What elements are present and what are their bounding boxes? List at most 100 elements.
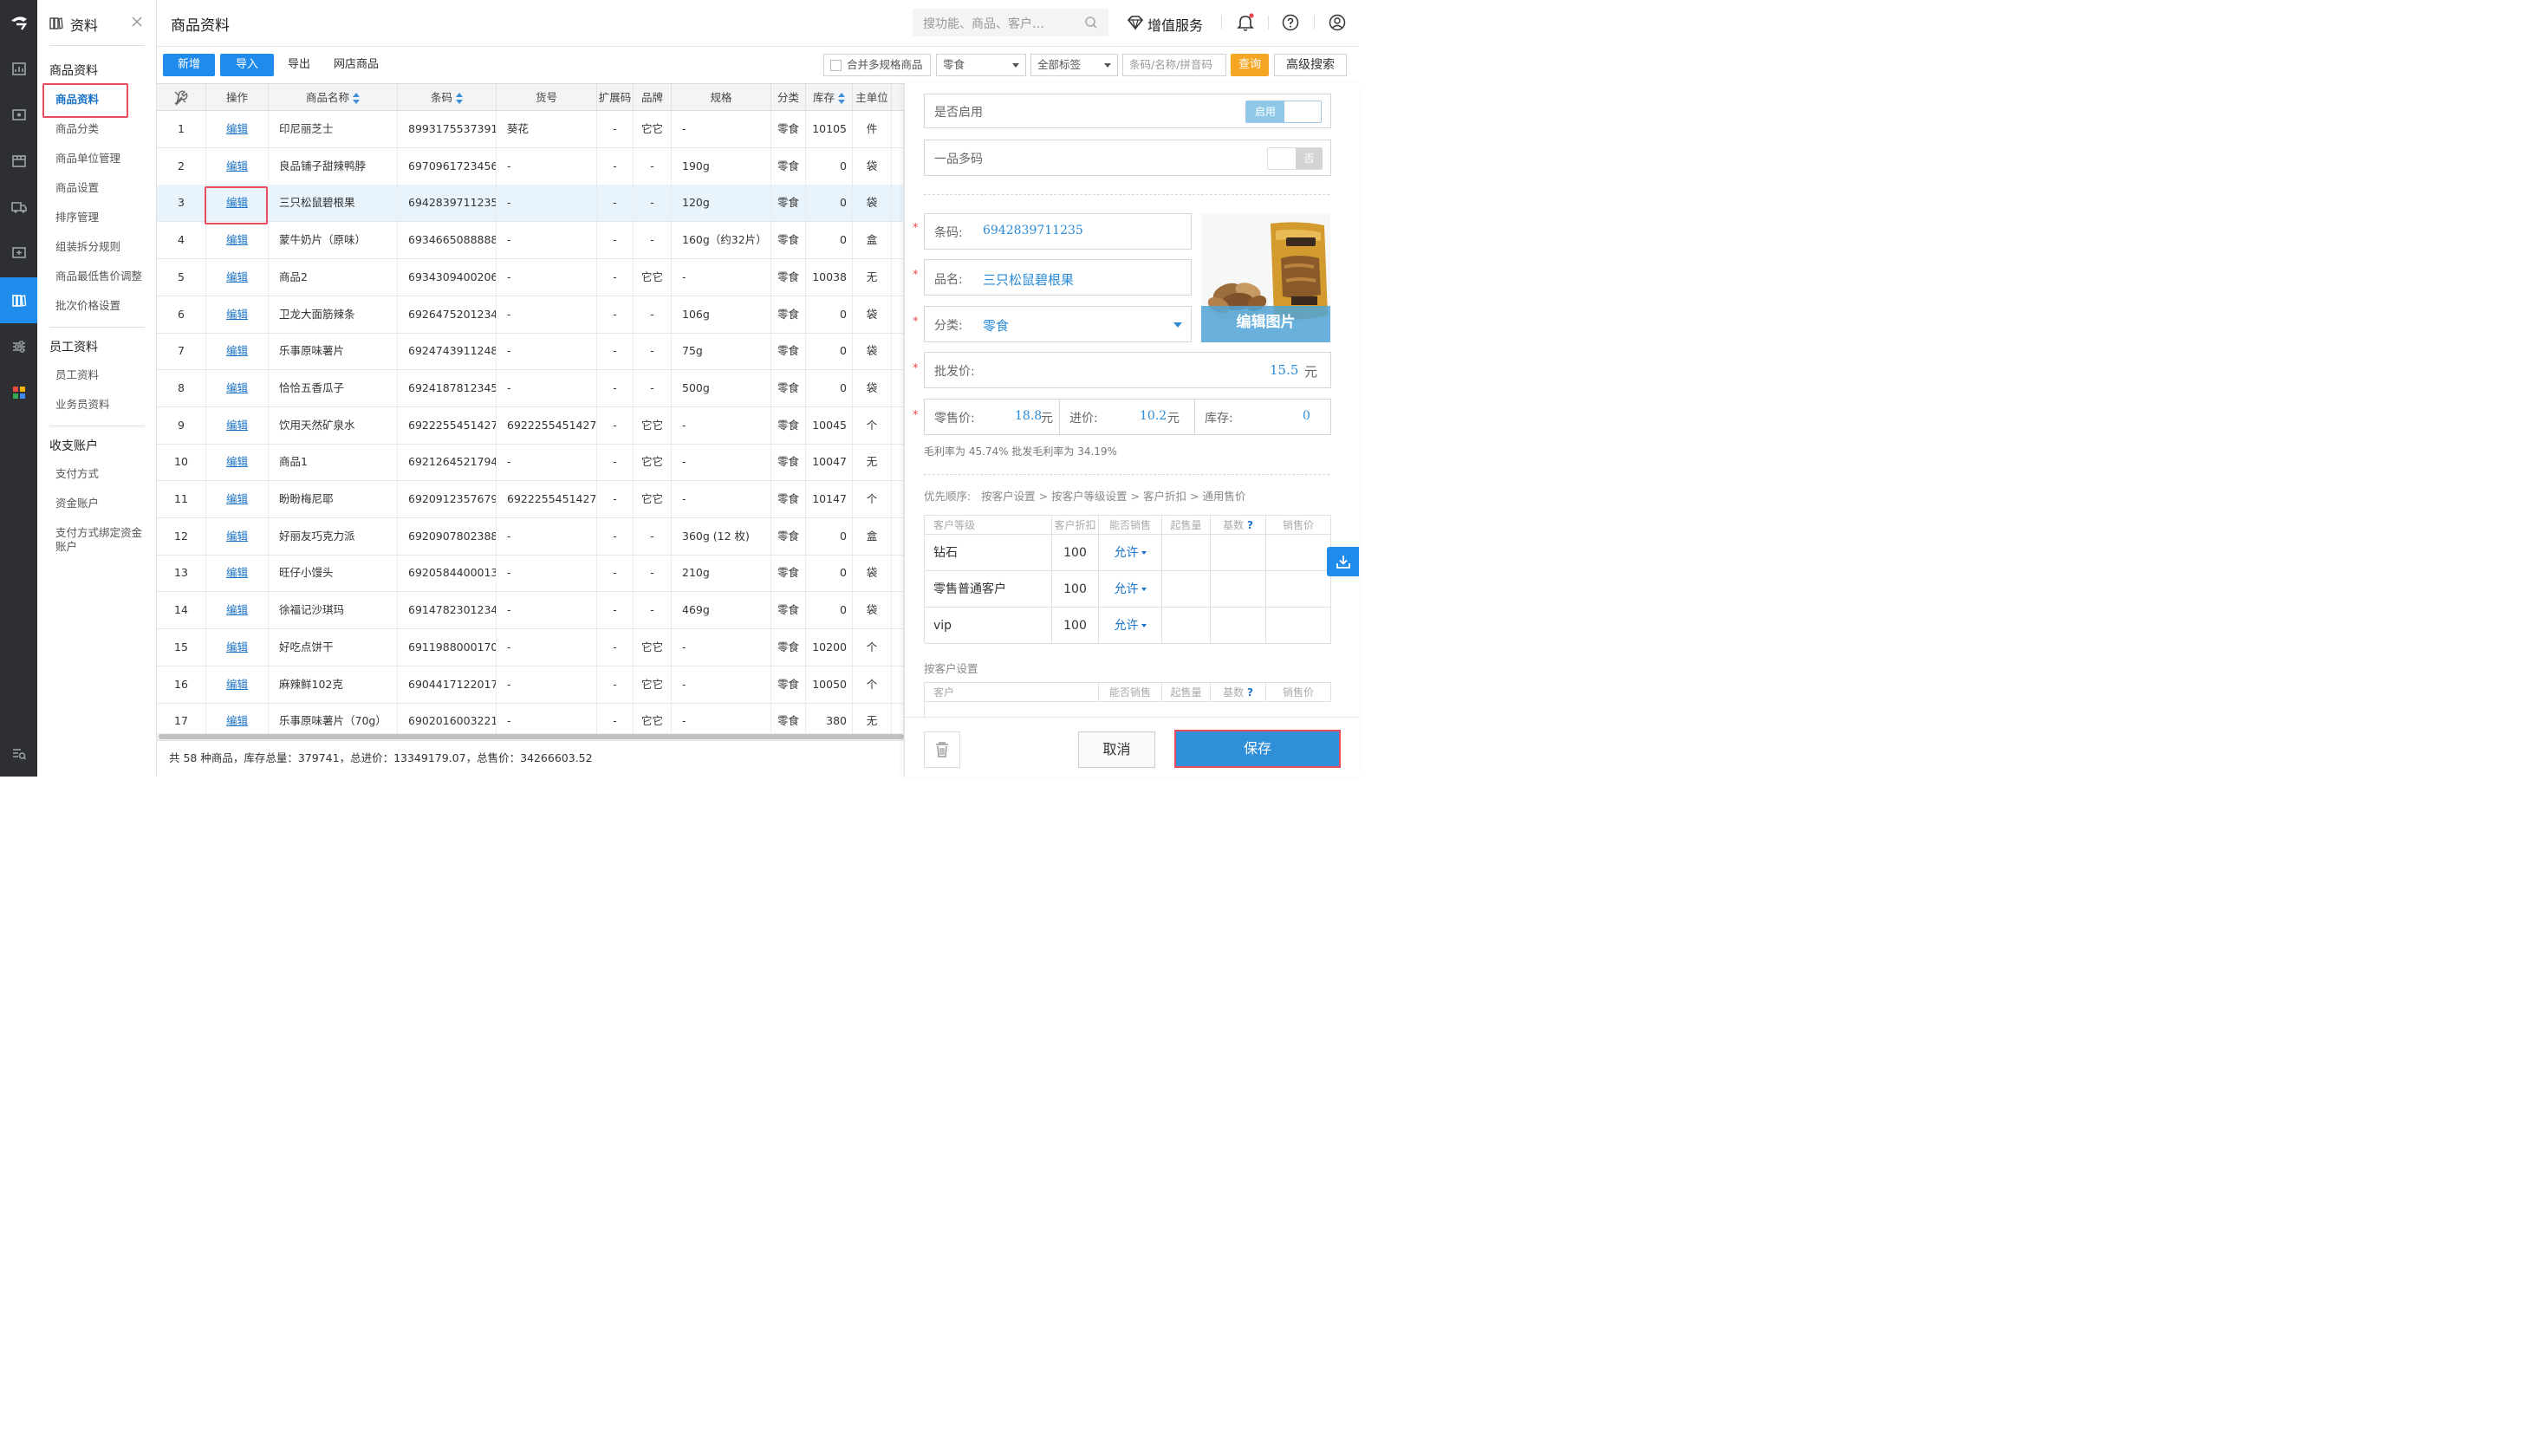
table-row[interactable]: 15 编辑 好吃点饼干 6911988000170- - 它它 - 零食 10200 个 bbox=[157, 628, 904, 666]
multi-code-toggle[interactable]: 否 bbox=[1267, 147, 1323, 170]
allow-sale-select[interactable]: 允许 bbox=[1115, 546, 1139, 560]
menu-search-icon[interactable] bbox=[0, 731, 37, 777]
stock-field[interactable]: 库存: 0 bbox=[1195, 400, 1330, 434]
table-row[interactable]: 8 编辑 恰恰五香瓜子 6924187812345- - -500g 零食 0 袋 bbox=[157, 369, 904, 407]
column-header-stock[interactable]: 库存 bbox=[806, 84, 853, 111]
table-row[interactable]: 14 编辑 徐福记沙琪玛 6914782301234- - -469g 零食 0 袋 bbox=[157, 592, 904, 630]
edit-link[interactable]: 编辑 bbox=[226, 640, 248, 653]
level-cell-price[interactable] bbox=[1266, 571, 1331, 608]
nav-item-staff-info[interactable]: 员工资料 bbox=[55, 368, 99, 382]
edit-link[interactable]: 编辑 bbox=[226, 678, 248, 691]
cost-price-field[interactable]: 进价: 10.2 元 bbox=[1060, 400, 1195, 434]
settings-sliders-icon[interactable] bbox=[0, 323, 37, 369]
edit-link[interactable]: 编辑 bbox=[226, 714, 248, 727]
edit-link[interactable]: 编辑 bbox=[226, 344, 248, 357]
nav-item-min-price[interactable]: 商品最低售价调整 bbox=[55, 270, 142, 283]
advanced-search-button[interactable]: 高级搜索 bbox=[1274, 54, 1347, 76]
finance-icon[interactable] bbox=[0, 230, 37, 276]
save-button[interactable]: 保存 bbox=[1174, 730, 1341, 768]
sales-icon[interactable] bbox=[0, 92, 37, 138]
query-button[interactable]: 查询 bbox=[1231, 54, 1269, 76]
close-icon[interactable] bbox=[131, 16, 143, 31]
nav-item-goods-category[interactable]: 商品分类 bbox=[55, 122, 99, 136]
purchase-icon[interactable] bbox=[0, 138, 37, 184]
nav-item-batch-price[interactable]: 批次价格设置 bbox=[55, 299, 120, 313]
delete-button[interactable] bbox=[924, 731, 960, 768]
horizontal-scrollbar[interactable] bbox=[157, 733, 904, 740]
table-row[interactable]: 10 编辑 商品1 6921264521794- - 它它 - 零食 10047 无 bbox=[157, 444, 904, 482]
table-row[interactable]: 5 编辑 商品2 6934309400206- - 它它 - 零食 10038 无 bbox=[157, 258, 904, 296]
import-button[interactable]: 导入 bbox=[220, 54, 274, 76]
column-header-name[interactable]: 商品名称 bbox=[269, 84, 398, 111]
merge-spec-checkbox[interactable] bbox=[830, 60, 842, 71]
edit-link[interactable]: 编辑 bbox=[226, 381, 248, 394]
export-link[interactable]: 导出 bbox=[288, 54, 310, 76]
edit-link[interactable]: 编辑 bbox=[226, 455, 248, 468]
table-row[interactable]: 7 编辑 乐事原味薯片 6924743911248- - -75g 零食 0 袋 bbox=[157, 333, 904, 371]
delivery-icon[interactable] bbox=[0, 184, 37, 230]
logo-icon[interactable] bbox=[0, 0, 37, 46]
category-field[interactable]: 分类: 零食 bbox=[924, 306, 1192, 342]
edit-link[interactable]: 编辑 bbox=[226, 603, 248, 616]
global-search-box[interactable]: 搜功能、商品、客户… bbox=[913, 9, 1108, 36]
wholesale-price-field[interactable]: 批发价: 15.5 元 bbox=[924, 352, 1331, 388]
column-settings[interactable] bbox=[157, 84, 206, 111]
category-select[interactable]: 零食 bbox=[936, 54, 1026, 76]
edit-link[interactable]: 编辑 bbox=[226, 566, 248, 579]
table-row[interactable]: 12 编辑 好丽友巧克力派 6920907802388- - -360g (12 枚) 零食… bbox=[157, 517, 904, 556]
tag-select[interactable]: 全部标签 bbox=[1030, 54, 1118, 76]
nav-item-salesman[interactable]: 业务员资料 bbox=[55, 398, 110, 412]
chevron-down-icon[interactable] bbox=[1173, 322, 1182, 328]
level-cell-allow[interactable]: 允许 bbox=[1099, 535, 1162, 571]
table-row[interactable]: 6 编辑 卫龙大面筋辣条 6926475201234- - -106g 零食 0 袋 bbox=[157, 296, 904, 334]
table-row[interactable]: 11 编辑 盼盼梅尼耶 6920912357679 6922255451427- 它它 - 零… bbox=[157, 481, 904, 518]
value-service-link[interactable]: 增值服务 bbox=[1147, 14, 1203, 35]
table-row[interactable]: 4 编辑 蒙牛奶片（原味） 6934665088888- - -160g（约32片） 零食 0… bbox=[157, 222, 904, 260]
help-icon[interactable]: ? bbox=[1247, 686, 1253, 699]
stock-value[interactable]: 0 bbox=[1303, 409, 1310, 423]
archive-icon[interactable] bbox=[0, 277, 37, 323]
product-image[interactable]: 编辑图片 bbox=[1201, 213, 1330, 342]
keyword-search-input[interactable]: 条码/名称/拼音码 bbox=[1122, 54, 1226, 76]
help-icon[interactable]: ? bbox=[1247, 519, 1253, 531]
table-row[interactable]: 1 编辑 印尼丽芝士 8993175537391 葵花 - 它它 - 零食 10105 件 bbox=[157, 111, 904, 148]
retail-price-field[interactable]: 零售价: 18.8 元 bbox=[925, 400, 1060, 434]
cancel-button[interactable]: 取消 bbox=[1078, 731, 1155, 768]
nav-item-assembly-rules[interactable]: 组装拆分规则 bbox=[55, 240, 120, 254]
nav-item-payment-method[interactable]: 支付方式 bbox=[55, 467, 99, 481]
edit-link[interactable]: 编辑 bbox=[226, 419, 248, 432]
search-icon[interactable] bbox=[1084, 16, 1098, 33]
level-cell-base[interactable] bbox=[1211, 535, 1266, 571]
level-cell-base[interactable] bbox=[1211, 608, 1266, 644]
nav-item-sort-manage[interactable]: 排序管理 bbox=[55, 211, 99, 224]
level-cell-base[interactable] bbox=[1211, 571, 1266, 608]
diamond-icon[interactable] bbox=[1127, 15, 1144, 34]
edit-link[interactable]: 编辑 bbox=[226, 159, 248, 172]
nav-item-fund-account[interactable]: 资金账户 bbox=[55, 497, 99, 510]
level-cell-min-qty[interactable] bbox=[1162, 535, 1211, 571]
nav-item-unit-manage[interactable]: 商品单位管理 bbox=[55, 152, 120, 166]
level-cell-price[interactable] bbox=[1266, 608, 1331, 644]
level-cell-allow[interactable]: 允许 bbox=[1099, 608, 1162, 644]
table-row[interactable]: 17 编辑 乐事原味薯片（70g） 6902016003221- - 它它 - 零食 380 无 bbox=[157, 703, 904, 735]
level-cell-min-qty[interactable] bbox=[1162, 608, 1211, 644]
download-float-button[interactable] bbox=[1327, 547, 1359, 576]
edit-link[interactable]: 编辑 bbox=[226, 308, 248, 321]
edit-link[interactable]: 编辑 bbox=[226, 233, 248, 246]
edit-link[interactable]: 编辑 bbox=[226, 530, 248, 543]
dashboard-icon[interactable] bbox=[0, 46, 37, 92]
enabled-toggle[interactable]: 启用 bbox=[1245, 101, 1322, 123]
global-search-input[interactable]: 搜功能、商品、客户… bbox=[923, 15, 1044, 32]
product-name-field[interactable]: 品名: 三只松鼠碧根果 bbox=[924, 259, 1192, 296]
apps-icon[interactable] bbox=[0, 369, 37, 415]
edit-link[interactable]: 编辑 bbox=[226, 270, 248, 283]
level-cell-price[interactable] bbox=[1266, 535, 1331, 571]
help-icon[interactable] bbox=[1282, 14, 1299, 35]
wholesale-price-value[interactable]: 15.5 bbox=[1270, 362, 1298, 378]
retail-price-value[interactable]: 18.8 bbox=[1015, 409, 1042, 423]
online-goods-link[interactable]: 网店商品 bbox=[334, 54, 379, 76]
product-name-value[interactable]: 三只松鼠碧根果 bbox=[983, 270, 1074, 289]
column-header-barcode[interactable]: 条码 bbox=[398, 84, 497, 111]
table-row[interactable]: 3 编辑 三只松鼠碧根果 6942839711235- - -120g 零食 0 袋 bbox=[157, 185, 904, 223]
barcode-field[interactable]: 条码: 6942839711235 bbox=[924, 213, 1192, 250]
